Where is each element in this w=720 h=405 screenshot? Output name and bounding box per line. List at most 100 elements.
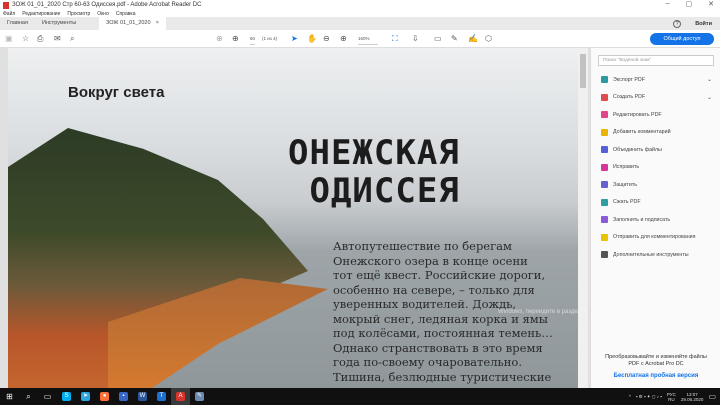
save-icon: ▪ xyxy=(119,392,128,401)
telegram-icon: ➤ xyxy=(81,392,90,401)
stamp-icon[interactable]: ⬡ xyxy=(485,34,492,44)
app-icon: T xyxy=(157,392,166,401)
tab-document[interactable]: ЗОЖ 01_01_2020 ... × xyxy=(98,17,166,39)
tray-icons[interactable]: ▪ ⚙ ▪ ✦ ◻ ♪ ▪ xyxy=(636,394,662,400)
sign-in-button[interactable]: Войти xyxy=(695,21,712,27)
tool-item[interactable]: Создать PDF ⌄ xyxy=(591,89,720,107)
taskbar-app-save[interactable]: ▪ xyxy=(114,388,133,405)
print-icon[interactable]: ⎙ xyxy=(37,34,43,44)
share-button[interactable]: Общий доступ xyxy=(650,33,714,45)
acrobat-icon xyxy=(3,1,9,9)
start-button[interactable]: ⊞ xyxy=(0,388,19,405)
windows-activation-watermark: Windows, перейдите в раздел "Параметры". xyxy=(498,309,588,315)
task-view-icon[interactable]: ▭ xyxy=(38,388,57,405)
comment-icon[interactable]: ▭ xyxy=(434,34,442,44)
zoom-select[interactable]: 160% xyxy=(358,34,378,45)
email-icon[interactable]: ✉ xyxy=(54,34,61,44)
tool-label: Объединить файлы xyxy=(613,146,662,153)
language-indicator[interactable]: РУС RU xyxy=(667,392,676,402)
minimize-button[interactable]: – xyxy=(666,0,670,8)
tool-icon xyxy=(601,198,608,206)
page-number-input[interactable]: 60 xyxy=(250,34,256,45)
chevron-down-icon[interactable]: ⌄ xyxy=(707,94,712,101)
tool-item[interactable]: Добавить комментарий xyxy=(591,124,720,142)
fit-page-icon[interactable]: ⛶ xyxy=(392,34,398,44)
prev-page-icon[interactable]: ⊕ xyxy=(216,34,223,44)
lang-code: RU xyxy=(668,396,675,402)
close-button[interactable]: ✕ xyxy=(708,0,714,8)
document-area: Вокруг света ОНЕЖСКАЯ ОДИССЕЯ Автопутеше… xyxy=(0,48,590,388)
notifications-icon[interactable]: ▭ xyxy=(708,392,716,401)
window-title: ЗОЖ 01_01_2020 Стр 60-63 Одиссея.pdf - A… xyxy=(12,2,202,8)
scroll-thumb[interactable] xyxy=(580,54,586,88)
tool-item[interactable]: Исправить xyxy=(591,159,720,177)
tool-item[interactable]: Дополнительные инструменты xyxy=(591,246,720,264)
toolbar: ▣ ☆ ⎙ ✉ ⌕ ⊕ ⊕ 60 (1 из 4) ➤ ✋ ⊖ ⊕ 160% ⛶… xyxy=(0,30,720,48)
bookmark-star-icon[interactable]: ☆ xyxy=(22,34,29,44)
tool-icon xyxy=(601,93,608,101)
tool-icon xyxy=(601,233,608,241)
taskbar-app-app[interactable]: T xyxy=(152,388,171,405)
tool-icon xyxy=(601,181,608,189)
tool-label: Экспорт PDF xyxy=(613,76,645,83)
clock-date: 29.06.2020 xyxy=(680,396,704,402)
tool-item[interactable]: Сжать PDF xyxy=(591,194,720,212)
tool-icon xyxy=(601,128,608,136)
tab-tools[interactable]: Инструменты xyxy=(35,17,99,30)
taskbar-app-word[interactable]: W xyxy=(133,388,152,405)
chevron-down-icon[interactable]: ⌄ xyxy=(707,76,712,83)
article-headline: ОНЕЖСКАЯ ОДИССЕЯ xyxy=(288,133,460,211)
taskbar-app-acrobat[interactable]: A xyxy=(171,388,190,405)
tool-label: Дополнительные инструменты xyxy=(613,251,689,258)
highlight-pen-icon[interactable]: ✎ xyxy=(451,34,458,44)
search-icon[interactable]: ⌕ xyxy=(70,34,74,44)
tool-item[interactable]: Редактировать PDF xyxy=(591,106,720,124)
promo-text: Преобразовывайте и изменяйте файлы PDF с… xyxy=(605,354,707,367)
next-page-icon[interactable]: ⊕ xyxy=(232,34,239,44)
tab-home[interactable]: Главная xyxy=(0,17,35,30)
lang-label: РУС xyxy=(666,391,676,397)
system-tray: ^ ▪ ⚙ ▪ ✦ ◻ ♪ ▪ РУС RU 13:07 29.06.2020 ▭ xyxy=(629,388,716,405)
tool-item[interactable]: Объединить файлы xyxy=(591,141,720,159)
tool-label: Сжать PDF xyxy=(613,199,641,206)
tab-bar: Главная Инструменты ЗОЖ 01_01_2020 ...× … xyxy=(0,17,720,39)
acrobat-icon: A xyxy=(176,392,185,401)
tool-icon xyxy=(601,163,608,171)
free-trial-link[interactable]: Бесплатная пробная версия xyxy=(591,372,720,380)
taskbar-app-skype[interactable]: S xyxy=(57,388,76,405)
taskbar: ⊞ ⌕ ▭ S ➤ ● ▪ W T A ✎ ^ ▪ ⚙ ▪ ✦ ◻ ♪ ▪ РУС RU 13:… xyxy=(0,388,720,405)
taskbar-app-telegram[interactable]: ➤ xyxy=(76,388,95,405)
taskbar-app-paint[interactable]: ✎ xyxy=(190,388,209,405)
zoom-out-icon[interactable]: ⊖ xyxy=(323,34,330,44)
save-icon[interactable]: ▣ xyxy=(5,34,13,44)
tab-close-icon[interactable]: × xyxy=(156,17,159,30)
tray-chevron-icon[interactable]: ^ xyxy=(629,394,631,399)
maximize-button[interactable]: ▢ xyxy=(686,0,693,8)
tool-icon xyxy=(601,216,608,224)
section-kicker: Вокруг света xyxy=(68,84,165,101)
tool-item[interactable]: Экспорт PDF ⌄ xyxy=(591,71,720,89)
select-cursor-icon[interactable]: ➤ xyxy=(291,34,298,44)
firefox-icon: ● xyxy=(100,392,109,401)
clock[interactable]: 13:07 29.06.2020 xyxy=(681,392,704,402)
search-icon[interactable]: ⌕ xyxy=(19,388,38,405)
tool-label: Редактировать PDF xyxy=(613,111,662,118)
promo-box: Преобразовывайте и изменяйте файлы PDF с… xyxy=(591,354,720,380)
vertical-scrollbar[interactable] xyxy=(578,48,588,388)
tool-icon xyxy=(601,146,608,154)
word-icon: W xyxy=(138,392,147,401)
tool-item[interactable]: Заполнить и подписать xyxy=(591,211,720,229)
tool-item[interactable]: Защитить xyxy=(591,176,720,194)
tool-icon xyxy=(601,111,608,119)
tools-panel: Поиск "Водяной знак" Экспорт PDF ⌄ Создать… xyxy=(590,48,720,388)
hand-tool-icon[interactable]: ✋ xyxy=(307,34,317,44)
tool-label: Исправить xyxy=(613,164,640,171)
page-count: (1 из 4) xyxy=(262,36,278,41)
help-icon[interactable]: ? xyxy=(673,19,682,28)
tools-search-input[interactable]: Поиск "Водяной знак" xyxy=(598,55,714,66)
zoom-in-icon[interactable]: ⊕ xyxy=(340,34,347,44)
tool-item[interactable]: Отправить для комментирования xyxy=(591,229,720,247)
taskbar-app-firefox[interactable]: ● xyxy=(95,388,114,405)
scroll-mode-icon[interactable]: ⇩ xyxy=(412,34,419,44)
sign-icon[interactable]: ✍ xyxy=(468,34,478,44)
